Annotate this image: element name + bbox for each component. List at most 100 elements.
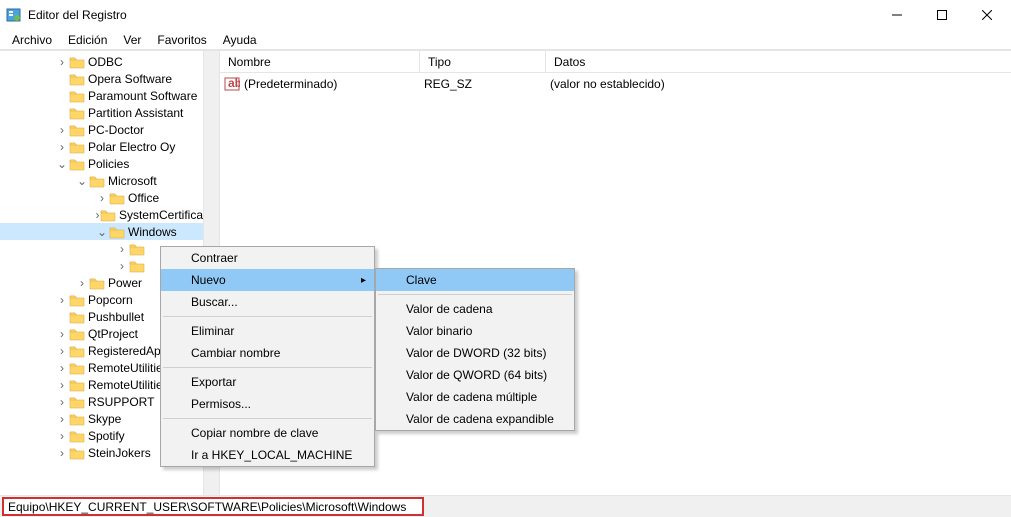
folder-icon: [129, 242, 145, 256]
folder-icon: [69, 89, 85, 103]
string-value-icon: ab: [224, 76, 240, 92]
folder-icon: [69, 293, 85, 307]
menu-item[interactable]: Valor de cadena múltiple: [376, 386, 574, 408]
chevron-right-icon[interactable]: ›: [55, 412, 69, 426]
tree-item[interactable]: ⌄Microsoft: [0, 172, 219, 189]
tree-item-label: Polar Electro Oy: [88, 140, 175, 154]
menu-ver[interactable]: Ver: [115, 31, 149, 49]
chevron-right-icon[interactable]: ›: [55, 446, 69, 460]
tree-item-label: Power: [108, 276, 142, 290]
menu-item[interactable]: Valor de cadena: [376, 298, 574, 320]
value-row[interactable]: ab(Predeterminado)REG_SZ(valor no establ…: [220, 73, 1011, 91]
chevron-right-icon[interactable]: ›: [55, 327, 69, 341]
menu-separator: [163, 418, 372, 419]
folder-icon: [69, 361, 85, 375]
chevron-right-icon[interactable]: ›: [55, 429, 69, 443]
folder-icon: [69, 378, 85, 392]
menu-item[interactable]: Eliminar: [161, 320, 374, 342]
context-submenu-nuevo[interactable]: ClaveValor de cadenaValor binarioValor d…: [375, 268, 575, 431]
menu-favoritos[interactable]: Favoritos: [149, 31, 214, 49]
chevron-right-icon[interactable]: ›: [115, 259, 129, 273]
tree-item[interactable]: ›SystemCertificates: [0, 206, 219, 223]
tree-item-label: Skype: [88, 412, 121, 426]
chevron-right-icon[interactable]: ›: [55, 378, 69, 392]
menu-item[interactable]: Cambiar nombre: [161, 342, 374, 364]
folder-icon: [69, 395, 85, 409]
minimize-button[interactable]: [874, 1, 919, 29]
menu-item[interactable]: Nuevo▸: [161, 269, 374, 291]
app-icon: [6, 7, 22, 23]
menu-item[interactable]: Exportar: [161, 371, 374, 393]
menu-item[interactable]: Contraer: [161, 247, 374, 269]
folder-icon: [89, 276, 105, 290]
chevron-right-icon[interactable]: ›: [55, 293, 69, 307]
col-type[interactable]: Tipo: [420, 51, 546, 72]
tree-item-label: Popcorn: [88, 293, 133, 307]
folder-icon: [69, 55, 85, 69]
chevron-right-icon[interactable]: ›: [115, 242, 129, 256]
chevron-right-icon[interactable]: ›: [55, 395, 69, 409]
menu-item[interactable]: Valor binario: [376, 320, 574, 342]
window-title: Editor del Registro: [28, 8, 874, 22]
chevron-right-icon[interactable]: ›: [55, 361, 69, 375]
menu-item[interactable]: Valor de DWORD (32 bits): [376, 342, 574, 364]
folder-icon: [69, 310, 85, 324]
folder-icon: [69, 446, 85, 460]
chevron-right-icon[interactable]: ›: [55, 140, 69, 154]
tree-item[interactable]: ⌄Windows: [0, 223, 219, 240]
folder-icon: [129, 259, 145, 273]
address-path[interactable]: Equipo\HKEY_CURRENT_USER\SOFTWARE\Polici…: [2, 497, 424, 516]
folder-icon: [69, 412, 85, 426]
menu-edicion[interactable]: Edición: [60, 31, 115, 49]
folder-icon: [69, 123, 85, 137]
menu-ayuda[interactable]: Ayuda: [215, 31, 265, 49]
col-name[interactable]: Nombre: [220, 51, 420, 72]
menu-item[interactable]: Valor de QWORD (64 bits): [376, 364, 574, 386]
tree-item[interactable]: ›Office: [0, 189, 219, 206]
folder-icon: [69, 327, 85, 341]
tree-item[interactable]: ⌄ Policies: [0, 155, 219, 172]
tree-item-label: RSUPPORT: [88, 395, 154, 409]
folder-icon: [69, 72, 85, 86]
tree-item[interactable]: › PC-Doctor: [0, 121, 219, 138]
chevron-down-icon[interactable]: ⌄: [55, 157, 69, 171]
tree-item[interactable]: Paramount Software: [0, 87, 219, 104]
tree-item-label: Spotify: [88, 429, 125, 443]
tree-item-label: Partition Assistant: [88, 106, 183, 120]
value-name: (Predeterminado): [244, 77, 424, 91]
tree-item[interactable]: Opera Software: [0, 70, 219, 87]
menu-item[interactable]: Valor de cadena expandible: [376, 408, 574, 430]
tree-item-label: Policies: [88, 157, 129, 171]
menu-item[interactable]: Permisos...: [161, 393, 374, 415]
value-header: Nombre Tipo Datos: [220, 51, 1011, 73]
tree-item-label: RemoteUtilities: [88, 361, 169, 375]
chevron-down-icon[interactable]: ⌄: [75, 174, 89, 188]
close-button[interactable]: [964, 1, 1009, 29]
menu-item[interactable]: Ir a HKEY_LOCAL_MACHINE: [161, 444, 374, 466]
menu-archivo[interactable]: Archivo: [4, 31, 60, 49]
menu-item[interactable]: Clave: [376, 269, 574, 291]
folder-icon: [69, 429, 85, 443]
chevron-right-icon[interactable]: ›: [55, 55, 69, 69]
tree-item-label: QtProject: [88, 327, 138, 341]
tree-item-label: PC-Doctor: [88, 123, 144, 137]
tree-item[interactable]: ›ODBC: [0, 53, 219, 70]
chevron-right-icon[interactable]: ›: [95, 191, 109, 205]
tree-item-label: RemoteUtilities: [88, 378, 169, 392]
chevron-right-icon[interactable]: ›: [55, 123, 69, 137]
menu-item[interactable]: Copiar nombre de clave: [161, 422, 374, 444]
tree-item-label: Paramount Software: [88, 89, 197, 103]
chevron-right-icon[interactable]: ›: [75, 276, 89, 290]
tree-item[interactable]: › Polar Electro Oy: [0, 138, 219, 155]
col-data[interactable]: Datos: [546, 51, 1011, 72]
tree-item-label: Opera Software: [88, 72, 172, 86]
menu-item[interactable]: Buscar...: [161, 291, 374, 313]
context-menu[interactable]: ContraerNuevo▸Buscar... EliminarCambiar n…: [160, 246, 375, 467]
maximize-button[interactable]: [919, 1, 964, 29]
tree-item-label: SteinJokers: [88, 446, 151, 460]
statusbar: Equipo\HKEY_CURRENT_USER\SOFTWARE\Polici…: [0, 495, 1011, 517]
chevron-down-icon[interactable]: ⌄: [95, 225, 109, 239]
chevron-right-icon[interactable]: ›: [55, 344, 69, 358]
folder-icon: [69, 344, 85, 358]
tree-item[interactable]: Partition Assistant: [0, 104, 219, 121]
